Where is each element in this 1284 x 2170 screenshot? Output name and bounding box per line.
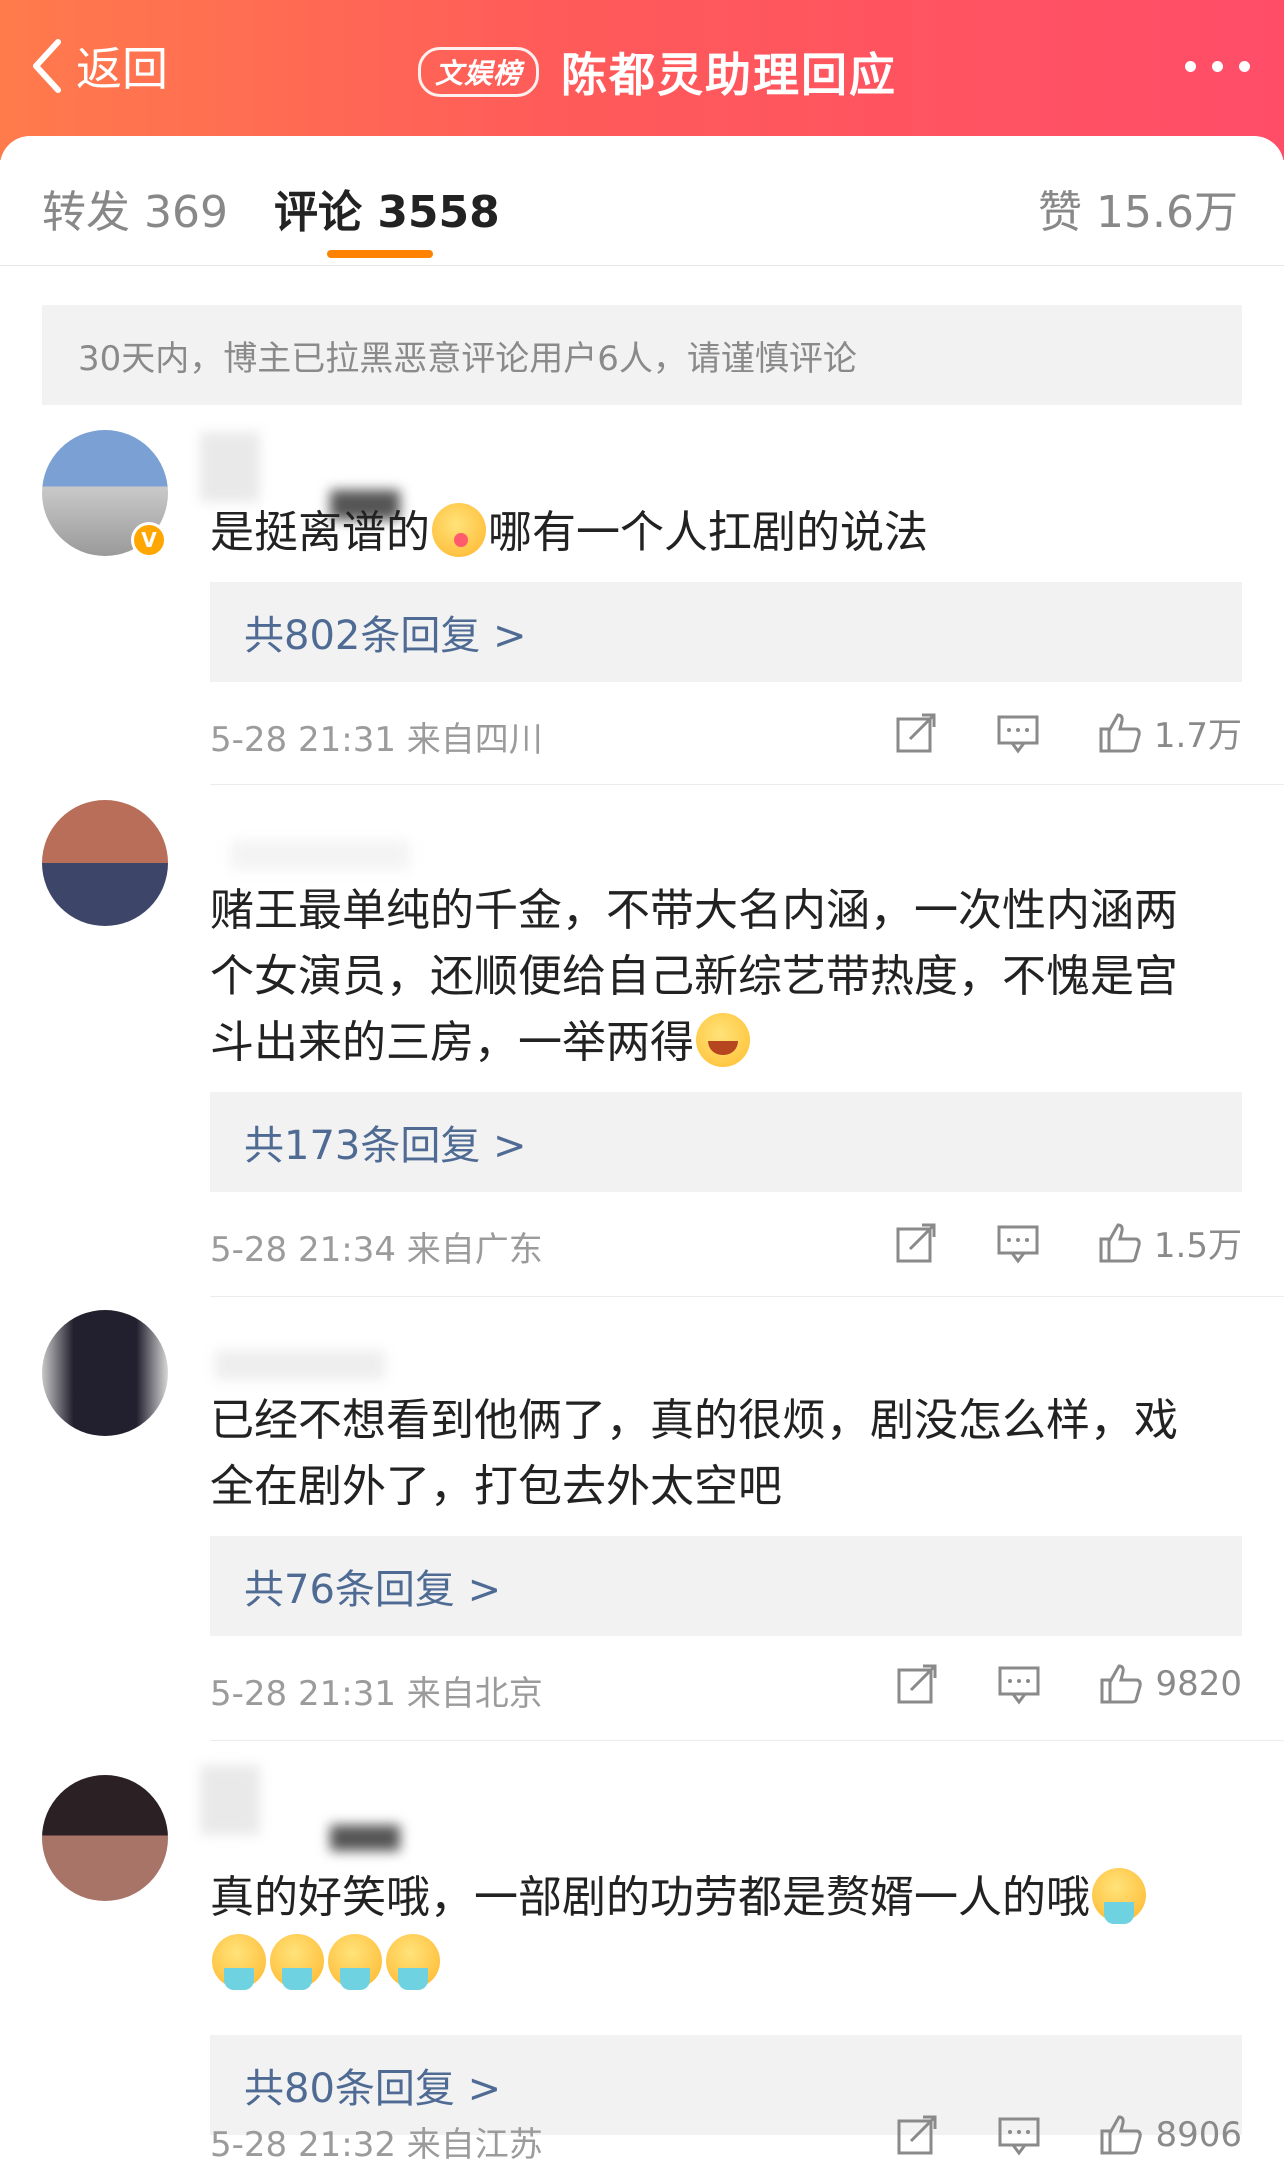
- like-count: 1.5万: [1153, 1226, 1242, 1266]
- dot-icon: [1212, 60, 1223, 72]
- vomit-face-icon: [328, 1934, 382, 1990]
- comment-icon[interactable]: [996, 1221, 1040, 1265]
- back-button[interactable]: 返回: [28, 34, 168, 98]
- vomit-face-icon: [1092, 1868, 1146, 1924]
- avatar[interactable]: [42, 1310, 168, 1436]
- active-tab-indicator: [327, 250, 433, 258]
- chevron-left-icon: [33, 39, 61, 93]
- avatar[interactable]: [42, 1775, 168, 1901]
- username-redacted: [330, 1825, 400, 1851]
- comment-icon[interactable]: [996, 711, 1040, 755]
- dot-icon: [1185, 60, 1196, 72]
- view-replies-button[interactable]: 共802条回复 >: [210, 582, 1242, 682]
- view-replies-button[interactable]: 共76条回复 >: [210, 1536, 1242, 1636]
- thumbs-up-icon[interactable]: [1098, 711, 1142, 755]
- back-label: 返回: [76, 42, 168, 96]
- comment-actions: 8906: [895, 2113, 1242, 2157]
- comment-icon[interactable]: [997, 2113, 1041, 2157]
- comment-time: 5-28 21:32: [210, 2125, 396, 2165]
- comment-actions: 1.5万: [894, 1218, 1242, 1267]
- blocked-users-notice: 30天内，博主已拉黑恶意评论用户6人，请谨慎评论: [42, 305, 1242, 405]
- comment-text: 真的好笑哦，一部剧的功劳都是赘婿一人的哦: [210, 1865, 1220, 1997]
- like-count: 1.7万: [1153, 716, 1242, 756]
- comment-time: 5-28 21:31: [210, 1674, 396, 1714]
- vomit-face-icon: [386, 1934, 440, 1990]
- comment-location: 来自广东: [406, 1230, 543, 1270]
- share-icon[interactable]: [895, 1662, 939, 1706]
- comment-icon[interactable]: [997, 1662, 1041, 1706]
- comment-location: 来自江苏: [406, 2125, 543, 2165]
- ranking-badge[interactable]: 文娱榜: [418, 47, 540, 97]
- comment-text: 是挺离谱的 哪有一个人扛剧的说法: [210, 500, 1220, 566]
- comment-meta: 5-28 21:32 来自江苏: [210, 2117, 543, 2166]
- tab-bar: 转发 369 评论 3558 赞 15.6万: [0, 136, 1284, 266]
- yum-face-icon: [432, 503, 486, 557]
- username-redacted[interactable]: [230, 840, 410, 870]
- comment-text: 赌王最单纯的千金，不带大名内涵，一次性内涵两个女演员，还顺便给自己新综艺带热度，…: [210, 885, 1178, 1068]
- share-icon[interactable]: [894, 711, 938, 755]
- divider: [210, 1740, 1284, 1741]
- vomit-face-icon: [212, 1934, 266, 1990]
- title-wrap: 文娱榜 陈都灵助理回应: [418, 40, 897, 104]
- username-redacted[interactable]: [215, 1350, 385, 1380]
- avatar[interactable]: [42, 800, 168, 926]
- thumbs-up-icon[interactable]: [1099, 1662, 1143, 1706]
- dot-icon: [1239, 60, 1250, 72]
- comment-location: 来自四川: [406, 720, 543, 760]
- more-options-button[interactable]: [1185, 44, 1250, 88]
- comment-location: 来自北京: [406, 1674, 543, 1714]
- tab-comments[interactable]: 评论 3558: [274, 176, 500, 240]
- page-title: 陈都灵助理回应: [561, 48, 898, 102]
- laugh-cry-icon: [696, 1013, 750, 1067]
- vomit-face-icon: [270, 1934, 324, 1990]
- thumbs-up-icon[interactable]: [1098, 1221, 1142, 1265]
- comment-actions: 1.7万: [894, 708, 1242, 757]
- verified-badge-icon: V: [131, 522, 167, 558]
- view-replies-button[interactable]: 共173条回复 >: [210, 1092, 1242, 1192]
- divider: [210, 784, 1284, 785]
- share-icon[interactable]: [894, 1221, 938, 1265]
- like-count: 9820: [1155, 1664, 1242, 1704]
- username-redacted[interactable]: [200, 432, 260, 502]
- thumbs-up-icon[interactable]: [1099, 2113, 1143, 2157]
- divider: [210, 1296, 1284, 1297]
- comment-meta: 5-28 21:31 来自北京: [210, 1666, 543, 1715]
- comment-time: 5-28 21:34: [210, 1230, 396, 1270]
- username-redacted[interactable]: [200, 1765, 260, 1835]
- tab-repost[interactable]: 转发 369: [42, 176, 228, 240]
- comment-text: 已经不想看到他俩了，真的很烦，剧没怎么样，戏全在剧外了，打包去外太空吧: [210, 1395, 1178, 1512]
- like-count: 8906: [1155, 2115, 1242, 2155]
- comment-meta: 5-28 21:31 来自四川: [210, 712, 543, 761]
- comment-meta: 5-28 21:34 来自广东: [210, 1222, 543, 1271]
- tab-likes[interactable]: 赞 15.6万: [1038, 176, 1238, 240]
- comment-actions: 9820: [895, 1662, 1242, 1706]
- share-icon[interactable]: [895, 2113, 939, 2157]
- comment-time: 5-28 21:31: [210, 720, 396, 760]
